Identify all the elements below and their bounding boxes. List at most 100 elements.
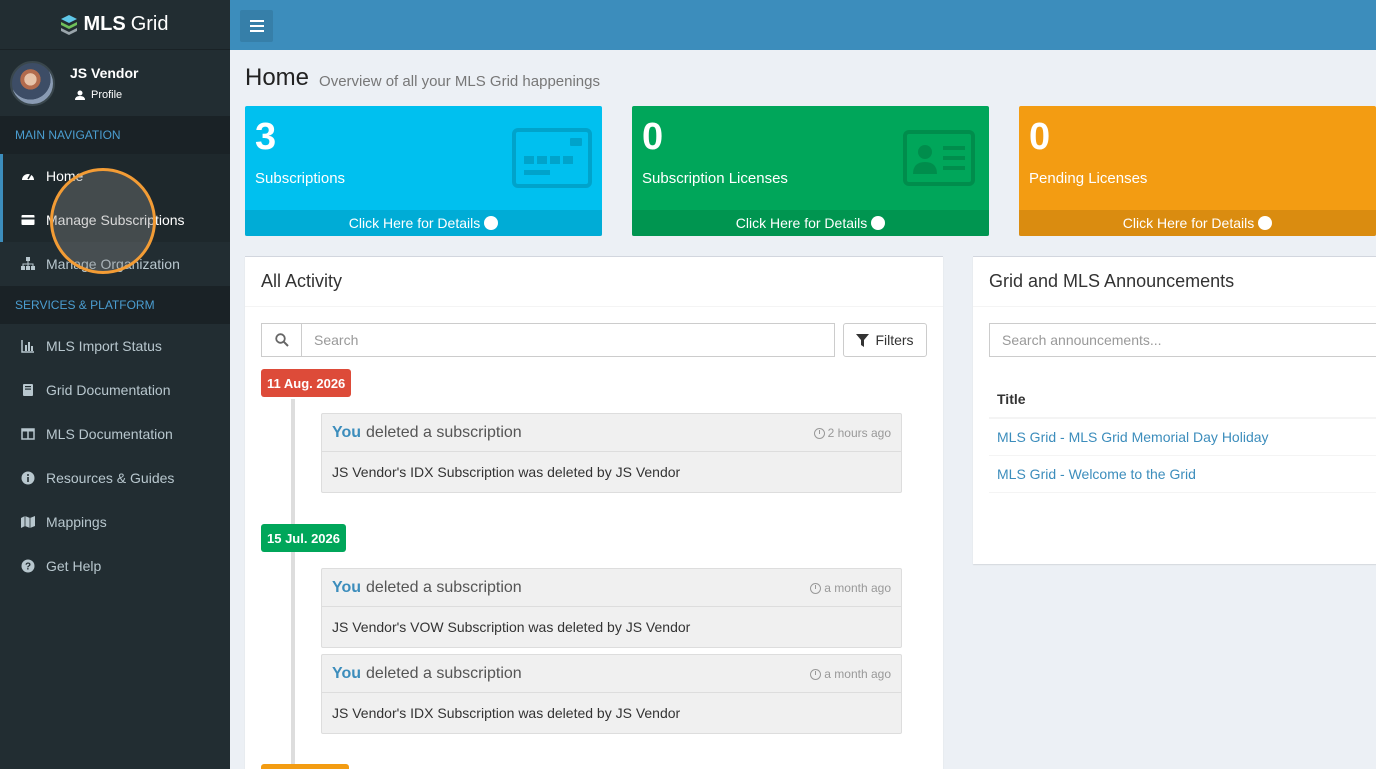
profile-label: Profile bbox=[91, 89, 123, 101]
svg-text:?: ? bbox=[25, 562, 31, 573]
arrow-circle-right-icon bbox=[871, 216, 886, 230]
activity-actor[interactable]: You bbox=[332, 424, 361, 442]
stat-box-subscription-licenses: 0 Subscription Licenses Click Here for D… bbox=[632, 106, 989, 236]
user-name: JS Vendor bbox=[70, 65, 139, 81]
sidebar-toggle-button[interactable] bbox=[240, 10, 273, 42]
user-panel: JS Vendor Profile bbox=[0, 50, 230, 116]
sidebar-item-label: Manage Organization bbox=[46, 256, 180, 272]
nav-header-services: SERVICES & PLATFORM bbox=[0, 286, 230, 324]
stat-label: Pending Licenses bbox=[1029, 170, 1148, 187]
sidebar-item-label: Mappings bbox=[46, 514, 107, 530]
timeline-item: You deleted a subscription 2 hours ago J… bbox=[321, 413, 902, 493]
page-subtitle: Overview of all your MLS Grid happenings bbox=[319, 72, 600, 90]
sidebar-item-get-help[interactable]: ? Get Help bbox=[0, 544, 230, 588]
activity-detail: JS Vendor's IDX Subscription was deleted… bbox=[332, 464, 681, 480]
activity-search-input[interactable]: Search bbox=[301, 323, 835, 357]
announcements-search-input[interactable]: Search announcements... bbox=[989, 323, 1376, 357]
sidebar-item-home[interactable]: Home bbox=[0, 154, 230, 198]
filter-icon bbox=[856, 333, 870, 347]
timeline-item: You deleted a subscription a month ago J… bbox=[321, 568, 902, 648]
stat-details-link[interactable]: Click Here for Details bbox=[245, 210, 602, 236]
sidebar: MLS Grid JS Vendor Profile MAIN NAVIGATI… bbox=[0, 0, 230, 769]
stat-count: 3 bbox=[255, 116, 277, 158]
sidebar-item-mappings[interactable]: Mappings bbox=[0, 500, 230, 544]
sidebar-item-manage-subscriptions[interactable]: Manage Subscriptions bbox=[0, 198, 230, 242]
stat-count: 0 bbox=[1029, 116, 1051, 158]
activity-time: 2 hours ago bbox=[813, 426, 891, 440]
page-title: Home bbox=[245, 64, 310, 91]
sidebar-item-resources-guides[interactable]: Resources & Guides bbox=[0, 456, 230, 500]
map-icon bbox=[20, 515, 36, 529]
activity-title: All Activity bbox=[245, 257, 943, 307]
clock-icon bbox=[810, 668, 822, 680]
stat-label: Subscription Licenses bbox=[642, 170, 788, 187]
profile-link[interactable]: Profile bbox=[70, 89, 138, 101]
bar-chart-icon bbox=[20, 339, 36, 353]
activity-actor[interactable]: You bbox=[332, 665, 361, 683]
announcements-panel: Grid and MLS Announcements Search announ… bbox=[973, 256, 1376, 564]
sidebar-item-manage-organization[interactable]: Manage Organization bbox=[0, 242, 230, 286]
search-icon bbox=[274, 333, 289, 347]
activity-panel: All Activity Search Filters 11 Aug. 2026… bbox=[245, 256, 943, 769]
id-card-icon bbox=[903, 130, 975, 186]
timeline-date-label bbox=[261, 764, 349, 769]
stat-box-subscriptions: 3 Subscriptions Click Here for Details bbox=[245, 106, 602, 236]
stat-label: Subscriptions bbox=[255, 170, 346, 187]
logo-text: Grid bbox=[130, 13, 169, 35]
timeline-date-label: 11 Aug. 2026 bbox=[261, 369, 352, 397]
activity-action: deleted a subscription bbox=[366, 578, 522, 596]
activity-actor[interactable]: You bbox=[332, 579, 361, 597]
activity-time: a month ago bbox=[810, 581, 891, 595]
sidebar-item-label: Get Help bbox=[46, 558, 102, 574]
sidebar-item-label: MLS Documentation bbox=[46, 426, 173, 442]
sidebar-item-mls-import-status[interactable]: MLS Import Status bbox=[0, 324, 230, 368]
sidebar-item-mls-documentation[interactable]: MLS Documentation bbox=[0, 412, 230, 456]
stat-count: 0 bbox=[642, 116, 664, 158]
timeline-date-label: 15 Jul. 2026 bbox=[261, 524, 346, 552]
nav-header-main: MAIN NAVIGATION bbox=[0, 116, 230, 154]
timeline-line bbox=[291, 399, 295, 769]
main-content: Home Overview of all your MLS Grid happe… bbox=[245, 50, 1376, 236]
logo-text-bold: MLS bbox=[83, 13, 126, 35]
stat-boxes: 3 Subscriptions Click Here for Details 0… bbox=[245, 106, 1376, 236]
credit-card-icon bbox=[20, 213, 36, 227]
hamburger-icon bbox=[249, 20, 264, 32]
stat-details-link[interactable]: Click Here for Details bbox=[1019, 210, 1376, 236]
sidebar-item-label: Grid Documentation bbox=[46, 382, 171, 398]
arrow-circle-right-icon bbox=[1258, 216, 1273, 230]
column-header-title[interactable]: Title bbox=[989, 381, 1376, 419]
stat-details-label: Click Here for Details bbox=[735, 215, 868, 231]
sidebar-item-label: Home bbox=[46, 168, 84, 184]
app-logo[interactable]: MLS Grid bbox=[0, 0, 230, 50]
activity-detail: JS Vendor's IDX Subscription was deleted… bbox=[332, 705, 681, 721]
layers-icon bbox=[61, 14, 78, 35]
stat-details-link[interactable]: Click Here for Details bbox=[632, 210, 989, 236]
clock-icon bbox=[813, 427, 825, 439]
activity-action: deleted a subscription bbox=[366, 664, 522, 682]
activity-action: deleted a subscription bbox=[366, 423, 522, 441]
stat-details-label: Click Here for Details bbox=[1122, 215, 1255, 231]
announcement-link[interactable]: MLS Grid - Welcome to the Grid bbox=[989, 456, 1376, 493]
activity-time: a month ago bbox=[810, 667, 891, 681]
filters-button[interactable]: Filters bbox=[843, 323, 927, 357]
credit-card-icon bbox=[512, 128, 592, 188]
user-icon bbox=[75, 90, 85, 100]
info-circle-icon bbox=[20, 471, 36, 485]
avatar bbox=[10, 60, 55, 106]
activity-search-row: Search Filters bbox=[261, 323, 927, 357]
sidebar-item-label: Resources & Guides bbox=[46, 470, 175, 486]
sidebar-item-grid-documentation[interactable]: Grid Documentation bbox=[0, 368, 230, 412]
search-icon-button[interactable] bbox=[261, 323, 301, 357]
book-icon bbox=[20, 383, 36, 397]
clock-icon bbox=[810, 582, 822, 594]
question-circle-icon: ? bbox=[20, 559, 36, 573]
announcement-link[interactable]: MLS Grid - MLS Grid Memorial Day Holiday bbox=[989, 419, 1376, 456]
stat-details-label: Click Here for Details bbox=[348, 215, 481, 231]
filters-label: Filters bbox=[875, 332, 914, 348]
top-navbar bbox=[230, 0, 1376, 50]
announcements-title: Grid and MLS Announcements bbox=[973, 257, 1376, 307]
sidebar-item-label: MLS Import Status bbox=[46, 338, 162, 354]
arrow-circle-right-icon bbox=[484, 216, 499, 230]
columns-icon bbox=[20, 427, 36, 441]
sitemap-icon bbox=[20, 257, 36, 271]
